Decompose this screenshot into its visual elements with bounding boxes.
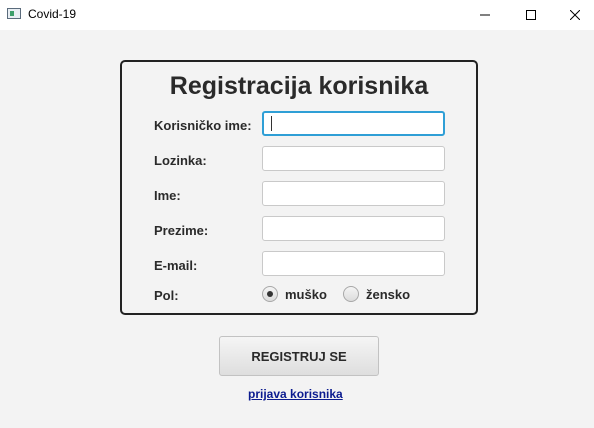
last-name-label: Prezime:: [154, 223, 209, 238]
gender-female-radio[interactable]: [343, 286, 359, 302]
gender-label: Pol:: [154, 288, 179, 303]
email-input[interactable]: [262, 251, 445, 276]
app-window-icon: [7, 8, 21, 19]
email-label: E-mail:: [154, 258, 198, 273]
register-button[interactable]: REGISTRUJ SE: [219, 336, 379, 376]
gender-female-label[interactable]: žensko: [366, 287, 410, 302]
text-caret: [271, 116, 272, 131]
last-name-input[interactable]: [262, 216, 445, 241]
title-bar: Covid-19: [0, 0, 594, 30]
password-input[interactable]: [262, 146, 445, 171]
maximize-icon: [526, 10, 536, 20]
maximize-button[interactable]: [508, 0, 554, 30]
first-name-label: Ime:: [154, 188, 181, 203]
minimize-button[interactable]: [462, 0, 508, 30]
close-button[interactable]: [552, 0, 594, 30]
gender-male-label[interactable]: muško: [285, 287, 327, 302]
password-label: Lozinka:: [154, 153, 207, 168]
first-name-input[interactable]: [262, 181, 445, 206]
close-icon: [570, 10, 580, 20]
form-heading: Registracija korisnika: [169, 72, 429, 100]
minimize-icon: [480, 14, 490, 16]
username-label: Korisničko ime:: [154, 118, 252, 133]
login-link[interactable]: prijava korisnika: [248, 387, 343, 401]
username-input[interactable]: [262, 111, 445, 136]
window-title: Covid-19: [28, 7, 77, 21]
gender-male-radio[interactable]: [262, 286, 278, 302]
